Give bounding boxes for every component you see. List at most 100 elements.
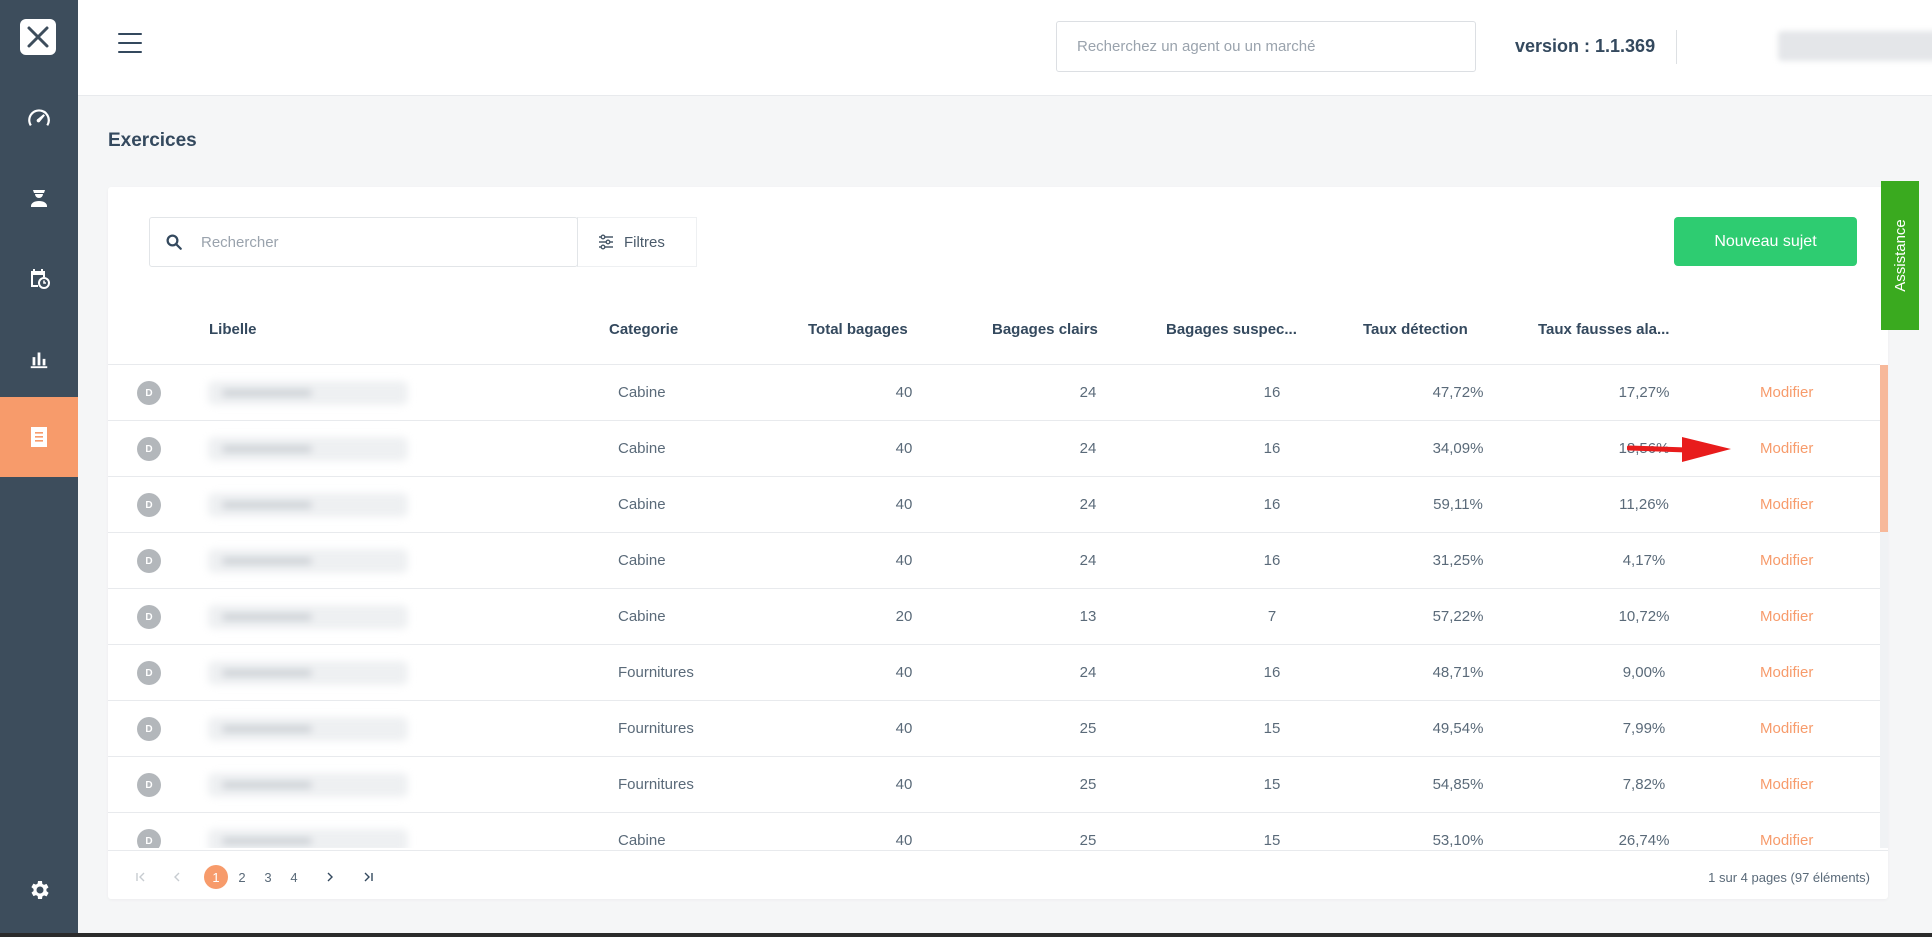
cell-bagages-clairs: 24 [1079, 552, 1097, 569]
table-row[interactable]: D Cabine 40 24 16 59,11% 11,26% Modifier [108, 477, 1880, 533]
col-taux-fausses-alarmes[interactable]: Taux fausses ala... [1538, 321, 1669, 338]
modify-link[interactable]: Modifier [1760, 496, 1813, 513]
table-search-input[interactable] [201, 233, 541, 251]
table-body: D Cabine 40 24 16 47,72% 17,27% Modifier D Cabine… [108, 365, 1880, 848]
cell-taux-fausses-alarmes: 9,00% [1622, 664, 1666, 681]
row-status-badge: D [137, 829, 161, 848]
modify-link[interactable]: Modifier [1760, 720, 1813, 737]
gear-icon [31, 881, 49, 899]
app-logo[interactable] [20, 19, 56, 55]
nav-calendar[interactable] [0, 238, 78, 318]
pagination-bar: 1 2 3 4 1 sur 4 pages (97 éléments) [108, 850, 1888, 899]
cell-bagages-clairs: 24 [1079, 664, 1097, 681]
table-search [149, 217, 578, 267]
first-page-icon[interactable] [129, 865, 153, 889]
cell-categorie: Cabine [618, 608, 666, 625]
page-3[interactable]: 3 [256, 865, 280, 889]
row-libelle-blurred [208, 661, 408, 685]
nav-exercices[interactable] [0, 397, 78, 477]
exercices-card: Filtres Nouveau sujet Libelle Categorie … [108, 187, 1888, 899]
table-row[interactable]: D Fournitures 40 24 16 48,71% 9,00% Modifier [108, 645, 1880, 701]
col-taux-detection[interactable]: Taux détection [1363, 321, 1468, 338]
modify-link[interactable]: Modifier [1760, 608, 1813, 625]
nav-agents[interactable] [0, 158, 78, 238]
cell-bagages-clairs: 24 [1079, 384, 1097, 401]
modify-link[interactable]: Modifier [1760, 384, 1813, 401]
assistance-label: Assistance [1891, 219, 1909, 292]
modify-link[interactable]: Modifier [1760, 664, 1813, 681]
cell-taux-fausses-alarmes: 10,72% [1618, 608, 1670, 625]
table-row[interactable]: D Cabine 40 24 16 47,72% 17,27% Modifier [108, 365, 1880, 421]
last-page-icon[interactable] [356, 865, 380, 889]
modify-link[interactable]: Modifier [1760, 552, 1813, 569]
cell-bagages-suspects: 16 [1263, 496, 1281, 513]
cell-bagages-suspects: 16 [1263, 552, 1281, 569]
table-row[interactable]: D Cabine 40 25 15 53,10% 26,74% Modifier [108, 813, 1880, 848]
cell-bagages-clairs: 25 [1079, 832, 1097, 848]
cell-categorie: Cabine [618, 440, 666, 457]
cell-total-bagages: 20 [895, 608, 913, 625]
nav-statistics[interactable] [0, 318, 78, 398]
modify-link[interactable]: Modifier [1760, 776, 1813, 793]
table-row[interactable]: DCabine40241634,09%18,56%Modifier [108, 421, 1880, 477]
col-bagages-suspects[interactable]: Bagages suspec... [1166, 321, 1297, 338]
user-name-blurred[interactable] [1778, 31, 1932, 61]
close-x-logo-icon [27, 26, 49, 48]
cell-taux-detection: 57,22% [1432, 608, 1484, 625]
row-libelle-blurred [208, 829, 408, 848]
cell-bagages-clairs: 24 [1079, 496, 1097, 513]
table-row[interactable]: D Fournitures 40 25 15 49,54% 7,99% Modifier [108, 701, 1880, 757]
col-total-bagages[interactable]: Total bagages [808, 321, 908, 338]
cell-taux-fausses-alarmes: 26,74% [1618, 832, 1670, 848]
page-1[interactable]: 1 [204, 865, 228, 889]
cell-categorie: Cabine [618, 384, 666, 401]
cell-taux-detection: 31,25% [1432, 552, 1484, 569]
cell-bagages-suspects: 15 [1263, 832, 1281, 848]
row-status-badge: D [137, 549, 161, 573]
cell-total-bagages: 40 [895, 384, 913, 401]
table-row[interactable]: D Cabine 20 13 7 57,22% 10,72% Modifier [108, 589, 1880, 645]
cell-bagages-suspects: 16 [1263, 664, 1281, 681]
cell-total-bagages: 40 [895, 552, 913, 569]
table-scrollbar-thumb[interactable] [1880, 365, 1888, 532]
nav-settings[interactable] [0, 850, 78, 930]
row-libelle-blurred [208, 773, 408, 797]
col-libelle[interactable]: Libelle [209, 321, 257, 338]
cell-categorie: Cabine [618, 496, 666, 513]
cell-bagages-clairs: 24 [1079, 440, 1097, 457]
modify-link[interactable]: Modifier [1760, 832, 1813, 848]
cell-bagages-suspects: 16 [1263, 440, 1281, 457]
nav-dashboard[interactable] [0, 78, 78, 158]
cell-taux-detection: 49,54% [1432, 720, 1484, 737]
table-row[interactable]: D Cabine 40 24 16 31,25% 4,17% Modifier [108, 533, 1880, 589]
global-search-input[interactable] [1056, 21, 1476, 72]
filters-label: Filtres [624, 233, 665, 251]
col-bagages-clairs[interactable]: Bagages clairs [992, 321, 1098, 338]
agent-officer-icon [31, 190, 47, 207]
cell-categorie: Fournitures [618, 664, 694, 681]
new-subject-button[interactable]: Nouveau sujet [1674, 217, 1857, 266]
cell-taux-detection: 59,11% [1433, 496, 1483, 513]
next-page-icon[interactable] [318, 865, 342, 889]
modify-link[interactable]: Modifier [1760, 440, 1813, 457]
page-2[interactable]: 2 [230, 865, 254, 889]
prev-page-icon[interactable] [165, 865, 189, 889]
assistance-tab[interactable]: Assistance [1881, 181, 1919, 330]
row-libelle-blurred [208, 437, 408, 461]
table-header: Libelle Categorie Total bagages Bagages … [108, 297, 1880, 365]
menu-toggle-icon[interactable] [118, 33, 142, 55]
top-header: version : 1.1.369 [78, 0, 1932, 96]
cell-total-bagages: 40 [895, 496, 913, 513]
filters-button[interactable]: Filtres [577, 217, 697, 267]
red-arrow-annotation [1627, 437, 1731, 462]
cell-bagages-suspects: 7 [1267, 608, 1277, 625]
table-row[interactable]: D Fournitures 40 25 15 54,85% 7,82% Modifier [108, 757, 1880, 813]
cell-taux-detection: 34,09% [1432, 440, 1484, 457]
row-status-badge: D [137, 717, 161, 741]
col-categorie[interactable]: Categorie [609, 321, 678, 338]
cell-bagages-suspects: 15 [1263, 720, 1281, 737]
cell-taux-fausses-alarmes: 7,99% [1622, 720, 1666, 737]
speedometer-icon [28, 109, 50, 127]
cell-total-bagages: 40 [895, 440, 913, 457]
page-4[interactable]: 4 [282, 865, 306, 889]
